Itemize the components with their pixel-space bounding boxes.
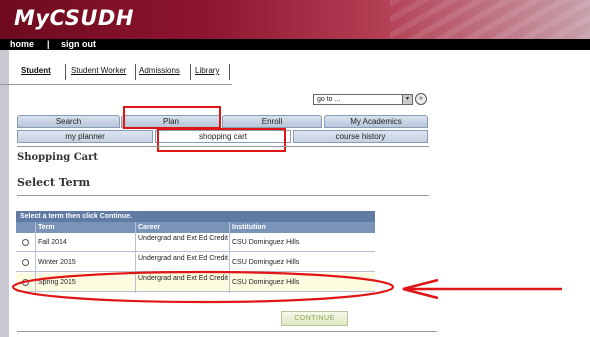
annotation-ellipse <box>11 270 395 304</box>
divider <box>17 331 437 332</box>
annotation-overlay <box>11 270 562 304</box>
continue-button[interactable]: CONTINUE <box>281 311 348 326</box>
